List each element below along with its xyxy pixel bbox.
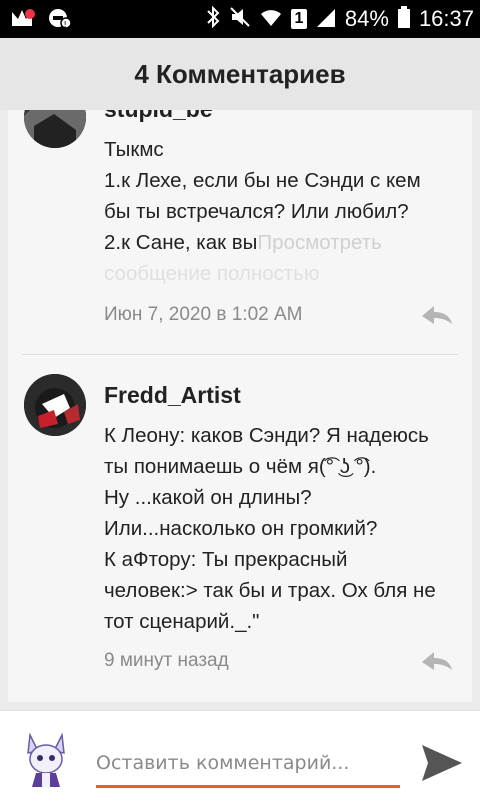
comment-line: бы ты встречался? Или любил? xyxy=(104,200,409,223)
avatar[interactable] xyxy=(24,110,86,148)
view-full-link[interactable]: Просмотреть xyxy=(257,231,381,254)
comment-line: К аФтору: Ты прекрасный xyxy=(104,548,348,571)
comment-author[interactable]: stupid_be xyxy=(104,110,213,123)
user-avatar[interactable] xyxy=(20,729,72,789)
comment-composer xyxy=(0,710,480,801)
comment-line: Или...насколько он громкий? xyxy=(104,517,378,540)
comment-timestamp: 9 минут назад xyxy=(104,650,229,671)
clock: 16:37 xyxy=(418,6,474,31)
comment-timestamp: Июн 7, 2020 в 1:02 AM xyxy=(104,304,303,325)
comment-author[interactable]: Fredd_Artist xyxy=(104,382,241,409)
comment-body: К Леону: каков Сэнди? Я надеюсь ты поним… xyxy=(104,420,454,637)
avatar[interactable] xyxy=(24,374,86,436)
blocked-notification-icon: ! xyxy=(46,6,74,35)
comment-line: Ну ...какой он длины? xyxy=(104,486,312,509)
sim-badge: 1 xyxy=(290,9,307,29)
battery-icon xyxy=(397,5,411,34)
comment-line: тот сценарий._." xyxy=(104,610,260,633)
battery-percent: 84% xyxy=(344,6,389,31)
reply-icon[interactable] xyxy=(420,304,454,328)
comment-line: К Леону: каков Сэнди? Я надеюсь xyxy=(104,424,429,447)
signal-icon xyxy=(315,5,337,34)
view-full-link-continued[interactable]: сообщение полностью xyxy=(104,258,454,289)
page-title: 4 Комментариев xyxy=(134,58,346,89)
bluetooth-icon xyxy=(205,5,221,34)
comment-item: stupid_be Тыкмс 1.к Лехе, если бы не Сэн… xyxy=(8,110,472,350)
divider xyxy=(22,354,458,355)
comment-line: 1.к Лехе, если бы не Сэнди с кем xyxy=(104,169,421,192)
comment-list: stupid_be Тыкмс 1.к Лехе, если бы не Сэн… xyxy=(8,110,472,702)
mute-icon xyxy=(229,5,251,34)
comment-line: ты понимаешь о чём я(͡° ͜ʖ ͡°). xyxy=(104,455,377,478)
comment-line: человек:> так бы и трах. Ох бля не xyxy=(104,579,436,602)
wifi-icon xyxy=(259,5,283,34)
comment-body: Тыкмс 1.к Лехе, если бы не Сэнди с кем б… xyxy=(104,134,454,289)
svg-text:!: ! xyxy=(64,20,67,29)
header: 4 Комментариев xyxy=(0,38,480,110)
send-icon[interactable] xyxy=(420,743,464,783)
comment-line: Тыкмс xyxy=(104,138,164,161)
reply-icon[interactable] xyxy=(420,650,454,674)
comment-input[interactable] xyxy=(96,741,400,788)
status-bar: ! 1 84% 16:37 xyxy=(0,0,480,38)
comment-line: 2.к Сане, как вы xyxy=(104,231,258,254)
app-notification-icon xyxy=(8,6,36,35)
comment-item: Fredd_Artist К Леону: каков Сэнди? Я над… xyxy=(8,370,472,700)
